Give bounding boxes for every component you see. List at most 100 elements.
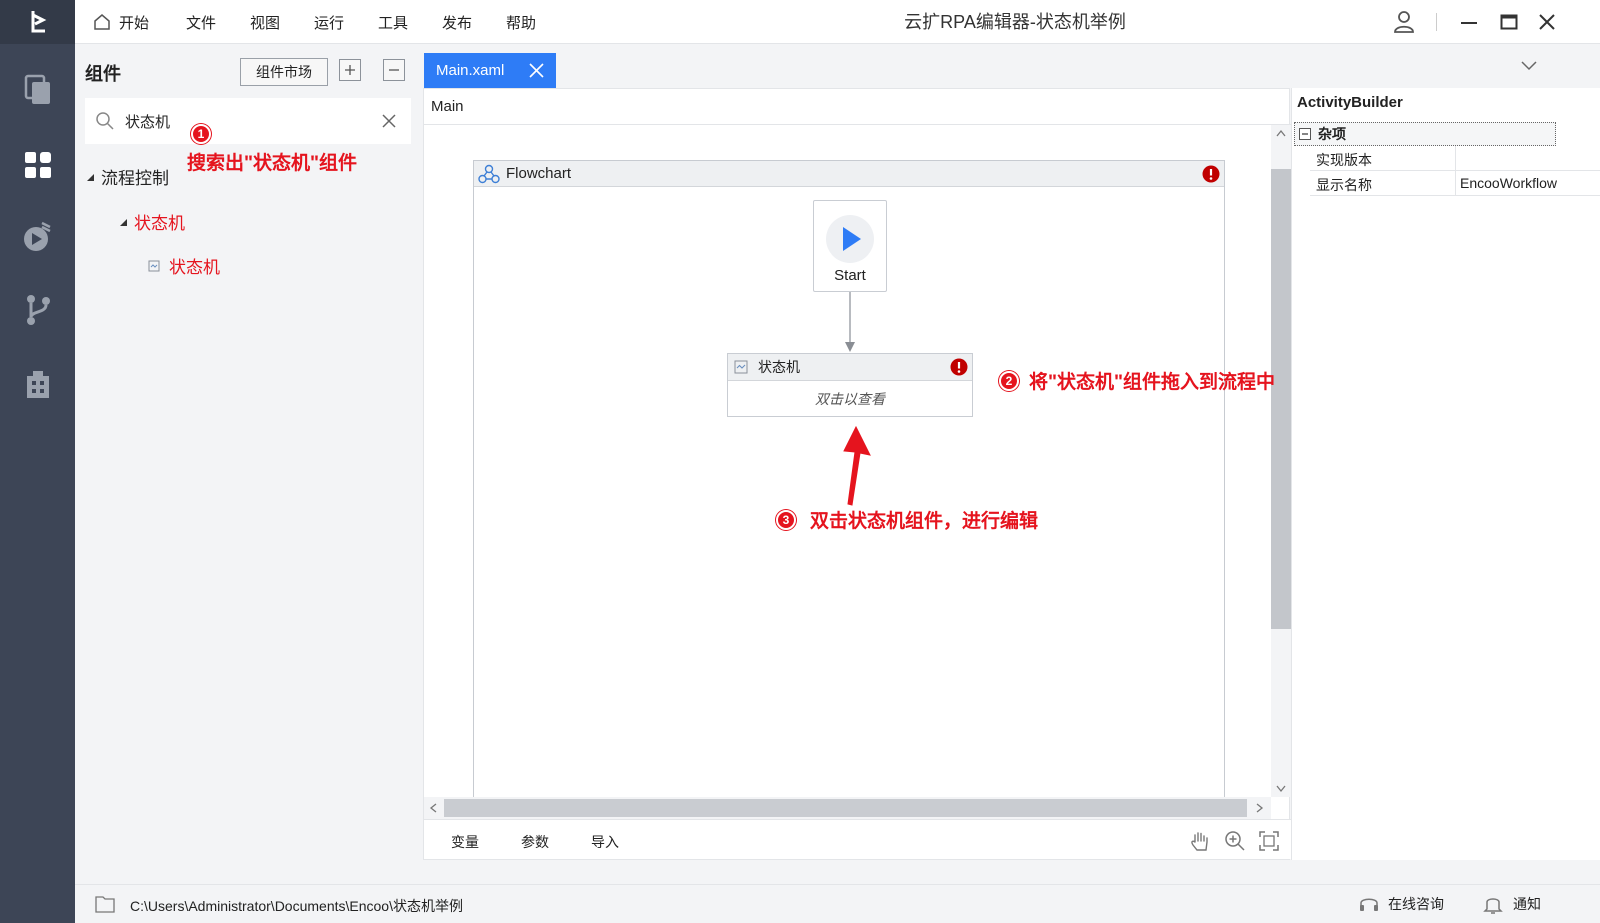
annotation-3: 3 双击状态机组件，进行编辑 xyxy=(776,506,1038,533)
menu-help[interactable]: 帮助 xyxy=(506,0,536,44)
horizontal-scrollbar[interactable] xyxy=(424,797,1271,819)
close-tab-icon[interactable] xyxy=(529,63,544,78)
menu-help-label: 帮助 xyxy=(506,14,537,32)
property-key: 显示名称 xyxy=(1316,177,1372,193)
annotation-number: 2 xyxy=(999,370,1019,391)
property-category-label: 杂项 xyxy=(1318,126,1346,142)
flowchart-title: Flowchart xyxy=(506,165,572,182)
start-node[interactable]: Start xyxy=(813,200,887,292)
component-search-input[interactable] xyxy=(125,108,365,134)
vertical-scrollbar[interactable] xyxy=(1271,125,1291,797)
top-menu-bar: 开始 文件 视图 运行 工具 发布 帮助 云扩RPA编辑器-状态机举例 xyxy=(75,0,1600,44)
maximize-button[interactable] xyxy=(1495,8,1523,36)
menu-view[interactable]: 视图 xyxy=(250,0,280,44)
fit-screen-icon[interactable] xyxy=(1258,830,1280,852)
menu-home[interactable]: 开始 xyxy=(93,0,149,44)
state-machine-node-header: 状态机 xyxy=(728,354,972,381)
breadcrumb[interactable]: Main xyxy=(424,89,1291,125)
error-icon xyxy=(1202,165,1220,183)
property-category-misc[interactable]: 杂项 xyxy=(1294,122,1556,146)
minus-icon xyxy=(389,69,399,71)
flow-connector-arrow xyxy=(845,292,855,352)
menu-run[interactable]: 运行 xyxy=(314,0,344,44)
clear-search-icon[interactable] xyxy=(381,113,397,129)
project-path: C:\Users\Administrator\Documents\Encoo\状… xyxy=(130,898,463,914)
rail-debug-button[interactable] xyxy=(0,206,75,266)
menu-file[interactable]: 文件 xyxy=(186,0,216,44)
window-title: 云扩RPA编辑器-状态机举例 xyxy=(904,12,1126,32)
collapse-box-icon xyxy=(1299,128,1311,140)
tab-arguments[interactable]: 参数 xyxy=(521,832,549,852)
minimize-icon xyxy=(1461,22,1477,24)
menu-tools[interactable]: 工具 xyxy=(378,0,408,44)
property-row-version[interactable]: 实现版本 xyxy=(1310,146,1600,171)
user-account-button[interactable] xyxy=(1390,8,1418,36)
online-consult-button[interactable]: 在线咨询 xyxy=(1358,893,1444,915)
search-icon xyxy=(96,112,114,130)
annotation-2: 2 将"状态机"组件拖入到流程中 xyxy=(999,367,1275,394)
tree-category-flow-control[interactable]: 流程控制 xyxy=(85,164,169,189)
flowchart-icon xyxy=(478,164,500,183)
tree-item-state-machine[interactable]: 状态机 xyxy=(148,253,220,278)
annotation-number: 1 xyxy=(191,124,211,144)
rail-components-button[interactable] xyxy=(0,135,75,195)
scroll-up-icon xyxy=(1276,129,1286,137)
collapse-all-button[interactable] xyxy=(383,59,405,81)
menu-file-label: 文件 xyxy=(186,14,217,32)
scroll-left-icon xyxy=(429,803,437,813)
hand-pan-icon[interactable] xyxy=(1189,830,1211,852)
menu-tools-label: 工具 xyxy=(378,14,409,32)
component-market-button[interactable]: 组件市场 xyxy=(240,58,328,86)
plus-icon xyxy=(345,65,355,75)
tree-expanded-icon xyxy=(87,173,94,181)
properties-panel: ActivityBuilder 杂项 实现版本 显示名称 EncooWorkfl… xyxy=(1291,88,1600,860)
titlebar-divider xyxy=(1436,13,1437,31)
maximize-icon xyxy=(1500,14,1518,30)
tab-label: Main.xaml xyxy=(436,62,505,79)
horizontal-scroll-thumb[interactable] xyxy=(444,799,1247,817)
properties-title: ActivityBuilder xyxy=(1297,94,1403,111)
play-icon xyxy=(826,215,874,263)
bell-icon xyxy=(1483,898,1503,914)
rail-projects-button[interactable] xyxy=(0,60,75,120)
vertical-scroll-thumb[interactable] xyxy=(1271,169,1291,629)
annotation-text: 将"状态机"组件拖入到流程中 xyxy=(1029,372,1276,393)
branch-icon xyxy=(26,295,50,325)
state-machine-icon xyxy=(148,260,160,271)
status-bar: C:\Users\Administrator\Documents\Encoo\状… xyxy=(75,884,1600,923)
menu-home-label: 开始 xyxy=(119,14,150,32)
tree-group-state-machine[interactable]: 状态机 xyxy=(118,209,185,234)
copy-files-icon xyxy=(24,74,50,104)
property-row-display-name[interactable]: 显示名称 EncooWorkflow xyxy=(1310,171,1600,196)
component-search-box xyxy=(85,98,411,144)
tab-variables[interactable]: 变量 xyxy=(451,832,479,852)
scroll-right-icon xyxy=(1256,803,1264,813)
close-window-button[interactable] xyxy=(1533,8,1561,36)
state-machine-icon xyxy=(734,360,748,374)
annotation-badge-1: 1 xyxy=(191,124,211,144)
menu-run-label: 运行 xyxy=(314,14,345,32)
tab-main-xaml[interactable]: Main.xaml xyxy=(424,53,556,88)
tree-category-label: 流程控制 xyxy=(101,169,169,188)
chevron-down-icon[interactable] xyxy=(1521,61,1537,71)
building-icon xyxy=(26,371,49,398)
minimize-button[interactable] xyxy=(1455,8,1483,36)
expand-all-button[interactable] xyxy=(339,59,361,81)
zoom-in-icon[interactable] xyxy=(1224,830,1246,852)
tree-item-label: 状态机 xyxy=(169,258,220,277)
menu-publish[interactable]: 发布 xyxy=(442,0,472,44)
rail-package-button[interactable] xyxy=(0,355,75,415)
notifications-button[interactable]: 通知 xyxy=(1483,893,1541,915)
tab-imports[interactable]: 导入 xyxy=(591,832,619,852)
scroll-down-icon xyxy=(1276,785,1286,793)
menu-view-label: 视图 xyxy=(250,14,281,32)
bug-play-icon xyxy=(23,221,51,251)
menu-publish-label: 发布 xyxy=(442,14,473,32)
state-machine-node[interactable]: 状态机 双击以查看 xyxy=(727,353,973,417)
state-machine-node-title: 状态机 xyxy=(758,359,800,375)
start-label: Start xyxy=(834,267,866,284)
property-value[interactable]: EncooWorkflow xyxy=(1460,175,1600,191)
notifications-label: 通知 xyxy=(1513,896,1541,912)
rail-version-control-button[interactable] xyxy=(0,280,75,340)
annotation-arrow xyxy=(843,425,871,506)
